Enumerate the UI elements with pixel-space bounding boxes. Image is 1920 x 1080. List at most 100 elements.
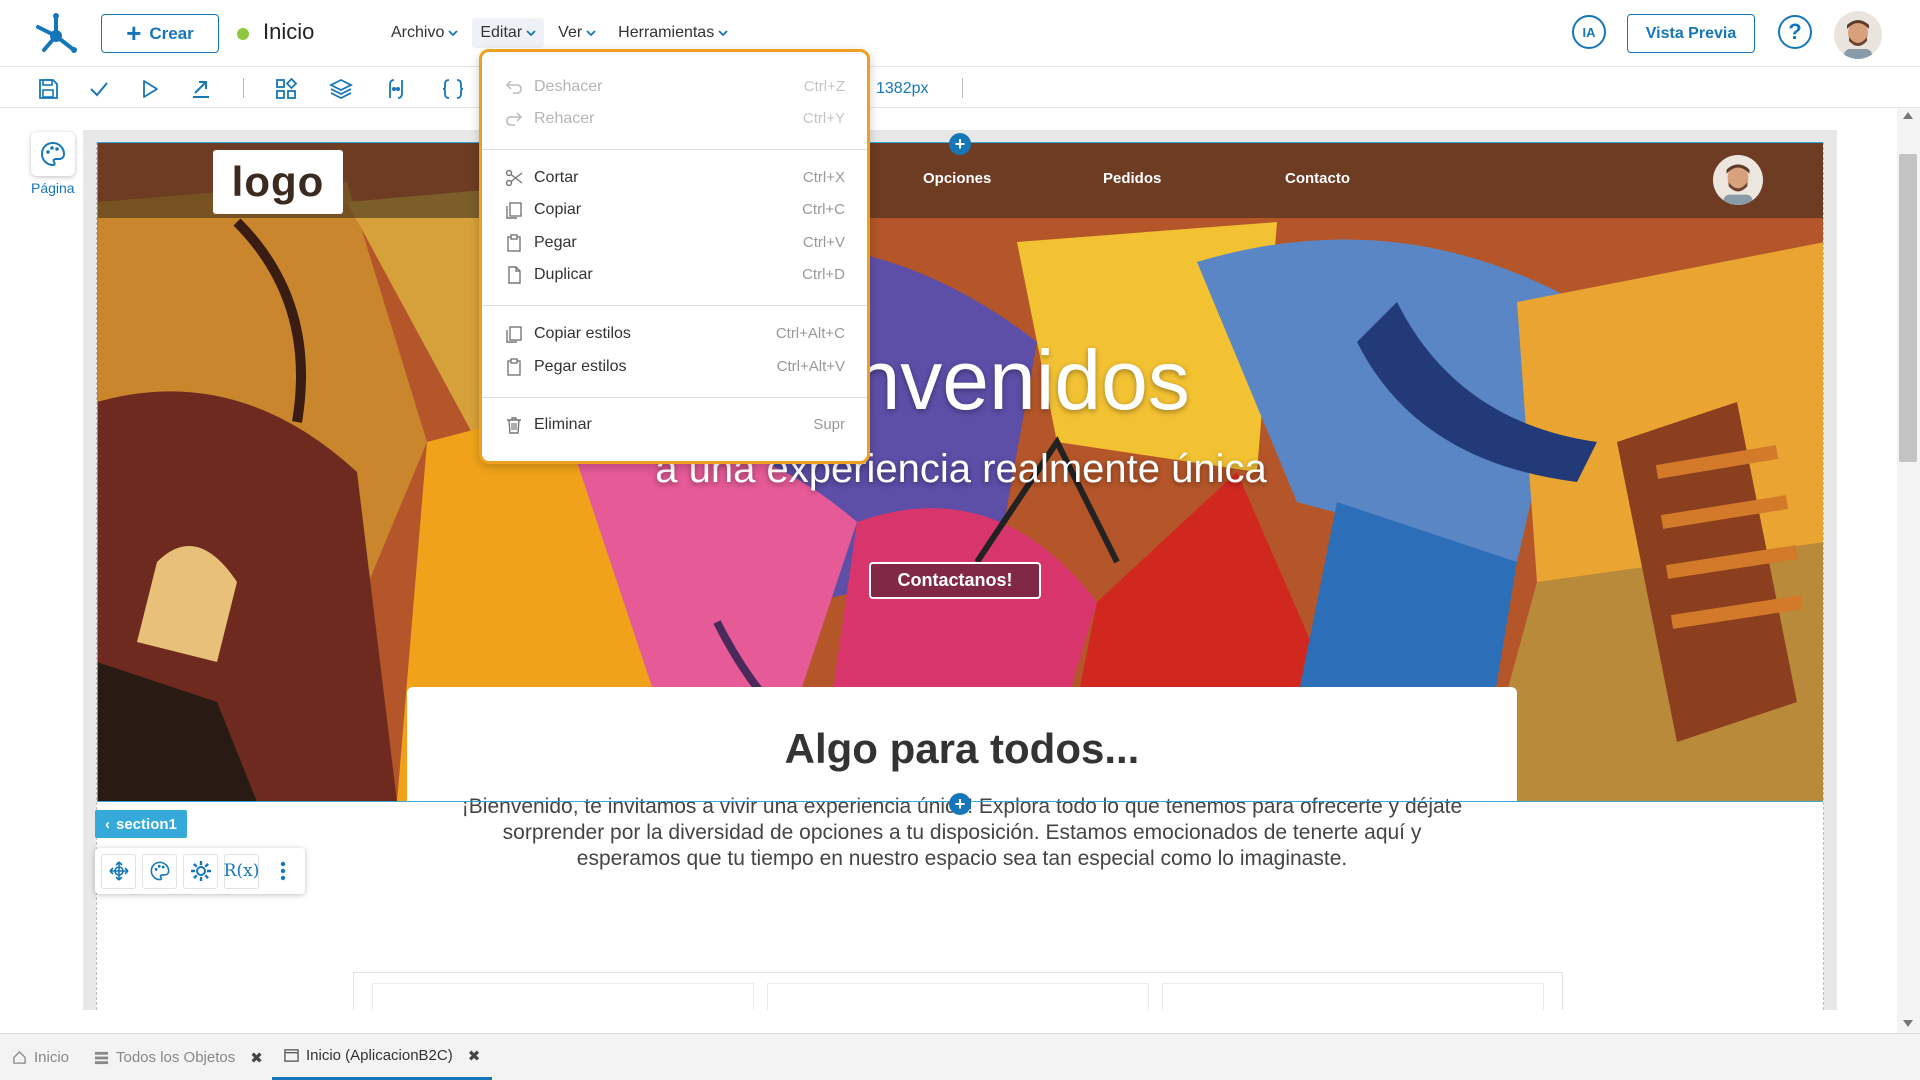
- tab-inicio[interactable]: Inicio: [0, 1034, 81, 1080]
- duplicate-icon: [508, 266, 521, 284]
- card-title[interactable]: Algo para todos...: [407, 725, 1517, 773]
- palette-icon: [40, 141, 66, 167]
- tab-todos-los-objetos[interactable]: Todos los Objetos ✖: [82, 1034, 275, 1080]
- home-icon: [13, 1050, 26, 1064]
- menu-item-shortcut: Ctrl+Y: [802, 110, 845, 127]
- menu-archivo[interactable]: Archivo: [383, 18, 466, 48]
- more-options-button[interactable]: [265, 854, 300, 889]
- menu-item-delete[interactable]: Eliminar Supr: [482, 409, 867, 441]
- menu-divider: [482, 149, 867, 150]
- rules-button[interactable]: R(x): [224, 853, 259, 889]
- menu-label: Archivo: [391, 24, 445, 41]
- menu-herramientas[interactable]: Herramientas: [610, 18, 736, 48]
- avatar-image-icon: [1713, 155, 1763, 205]
- user-avatar[interactable]: [1834, 11, 1882, 59]
- nav-link-opciones[interactable]: Opciones: [923, 170, 991, 187]
- components-icon[interactable]: [273, 76, 299, 102]
- nav-link-contacto[interactable]: Contacto: [1285, 170, 1350, 187]
- copy-icon: [506, 202, 522, 219]
- section-tools: R(x): [95, 848, 305, 894]
- play-icon[interactable]: [137, 76, 163, 102]
- welcome-card[interactable]: Algo para todos... ¡Bienvenido, te invit…: [407, 687, 1517, 1010]
- ai-assistant-button[interactable]: IA: [1572, 15, 1606, 49]
- preview-button[interactable]: Vista Previa: [1627, 14, 1755, 53]
- menu-item-redo[interactable]: Rehacer Ctrl+Y: [482, 103, 867, 135]
- menu-item-label: Eliminar: [534, 416, 592, 433]
- check-icon[interactable]: [86, 76, 112, 102]
- selected-section-tag[interactable]: ‹ section1: [95, 810, 187, 838]
- menu-item-label: Pegar: [534, 234, 577, 251]
- copy-styles-icon: [506, 326, 522, 343]
- add-element-top-handle[interactable]: +: [949, 133, 971, 155]
- hero-subtitle[interactable]: a una experiencia realmente única: [97, 447, 1823, 492]
- toolbar-divider: [962, 78, 963, 98]
- hero-cta-button[interactable]: Contactanos!: [869, 562, 1041, 599]
- scroll-up-arrow[interactable]: [1903, 112, 1913, 119]
- toolbar-divider: [243, 78, 244, 98]
- menu-item-paste-styles[interactable]: Pegar estilos Ctrl+Alt+V: [482, 351, 867, 383]
- menu-item-shortcut: Ctrl+Z: [803, 78, 845, 95]
- redo-icon: [506, 112, 523, 126]
- scroll-down-arrow[interactable]: [1903, 1020, 1913, 1027]
- style-button[interactable]: [142, 853, 177, 889]
- chevron-left-icon: ‹: [105, 815, 110, 833]
- menu-item-label: Rehacer: [534, 110, 595, 127]
- menu-editar[interactable]: Editar: [472, 18, 545, 48]
- page-style-label: Página: [31, 180, 75, 196]
- site-user-avatar[interactable]: [1713, 155, 1763, 205]
- feature-column[interactable]: [372, 983, 754, 1010]
- clipboard-icon: [507, 234, 521, 252]
- scroll-thumb[interactable]: [1899, 154, 1917, 462]
- code-braces-icon[interactable]: [440, 76, 466, 102]
- tab-label: Todos los Objetos: [116, 1049, 236, 1066]
- page-style-button[interactable]: [31, 132, 75, 176]
- avatar-image-icon: [1834, 11, 1882, 59]
- menu-item-label: Pegar estilos: [534, 358, 627, 375]
- tab-inicio-aplicacionb2c[interactable]: Inicio (AplicacionB2C) ✖: [272, 1034, 493, 1080]
- close-tab-icon[interactable]: ✖: [468, 1047, 481, 1065]
- menu-bar: Archivo Editar Ver Herramientas: [383, 18, 736, 48]
- add-element-bottom-handle[interactable]: +: [949, 793, 971, 815]
- menu-item-cut[interactable]: Cortar Ctrl+X: [482, 162, 867, 194]
- layers-icon[interactable]: [328, 76, 354, 102]
- tab-label: Inicio (AplicacionB2C): [306, 1047, 453, 1064]
- feature-column[interactable]: [767, 983, 1149, 1010]
- menu-item-label: Copiar estilos: [534, 325, 631, 342]
- create-button[interactable]: + Crear: [101, 14, 219, 53]
- menu-item-undo[interactable]: Deshacer Ctrl+Z: [482, 71, 867, 103]
- menu-item-copy[interactable]: Copiar Ctrl+C: [482, 194, 867, 226]
- menu-ver[interactable]: Ver: [550, 18, 604, 48]
- paste-styles-icon: [507, 358, 521, 376]
- menu-item-copy-styles[interactable]: Copiar estilos Ctrl+Alt+C: [482, 318, 867, 350]
- menu-label: Editar: [480, 24, 523, 41]
- move-button[interactable]: [101, 853, 136, 889]
- flow-icon[interactable]: [383, 76, 409, 102]
- design-canvas: logo Opciones Pedidos Contacto Bienvenid…: [83, 130, 1837, 1010]
- canvas-width-readout[interactable]: 1382px: [876, 80, 929, 98]
- publish-icon[interactable]: [188, 76, 214, 102]
- hero-title[interactable]: Bienvenidos: [97, 332, 1823, 429]
- close-tab-icon[interactable]: ✖: [250, 1049, 263, 1067]
- help-button[interactable]: ?: [1778, 15, 1812, 49]
- page-preview: logo Opciones Pedidos Contacto Bienvenid…: [96, 142, 1824, 1010]
- chevron-down-icon: [718, 30, 728, 37]
- menu-item-paste[interactable]: Pegar Ctrl+V: [482, 227, 867, 259]
- palette-icon: [150, 861, 169, 881]
- site-logo[interactable]: logo: [213, 150, 343, 214]
- create-label: Crear: [149, 23, 194, 43]
- settings-button[interactable]: [183, 853, 218, 889]
- menu-item-label: Deshacer: [534, 78, 603, 95]
- features-section[interactable]: [353, 972, 1563, 1010]
- app-logo-icon[interactable]: [34, 12, 78, 54]
- feature-column[interactable]: [1162, 983, 1544, 1010]
- edit-menu-dropdown: Deshacer Ctrl+Z Rehacer Ctrl+Y Cortar Ct…: [479, 49, 870, 464]
- menu-item-shortcut: Supr: [813, 416, 845, 433]
- vertical-scrollbar[interactable]: [1897, 108, 1920, 1033]
- tab-label: Inicio: [34, 1049, 70, 1066]
- nav-link-pedidos[interactable]: Pedidos: [1103, 170, 1161, 187]
- bottom-tab-bar: Inicio Todos los Objetos ✖ Inicio (Aplic…: [0, 1033, 1920, 1080]
- save-icon[interactable]: [35, 76, 61, 102]
- menu-label: Ver: [558, 24, 583, 41]
- menu-item-duplicate[interactable]: Duplicar Ctrl+D: [482, 259, 867, 291]
- chevron-down-icon: [448, 30, 458, 37]
